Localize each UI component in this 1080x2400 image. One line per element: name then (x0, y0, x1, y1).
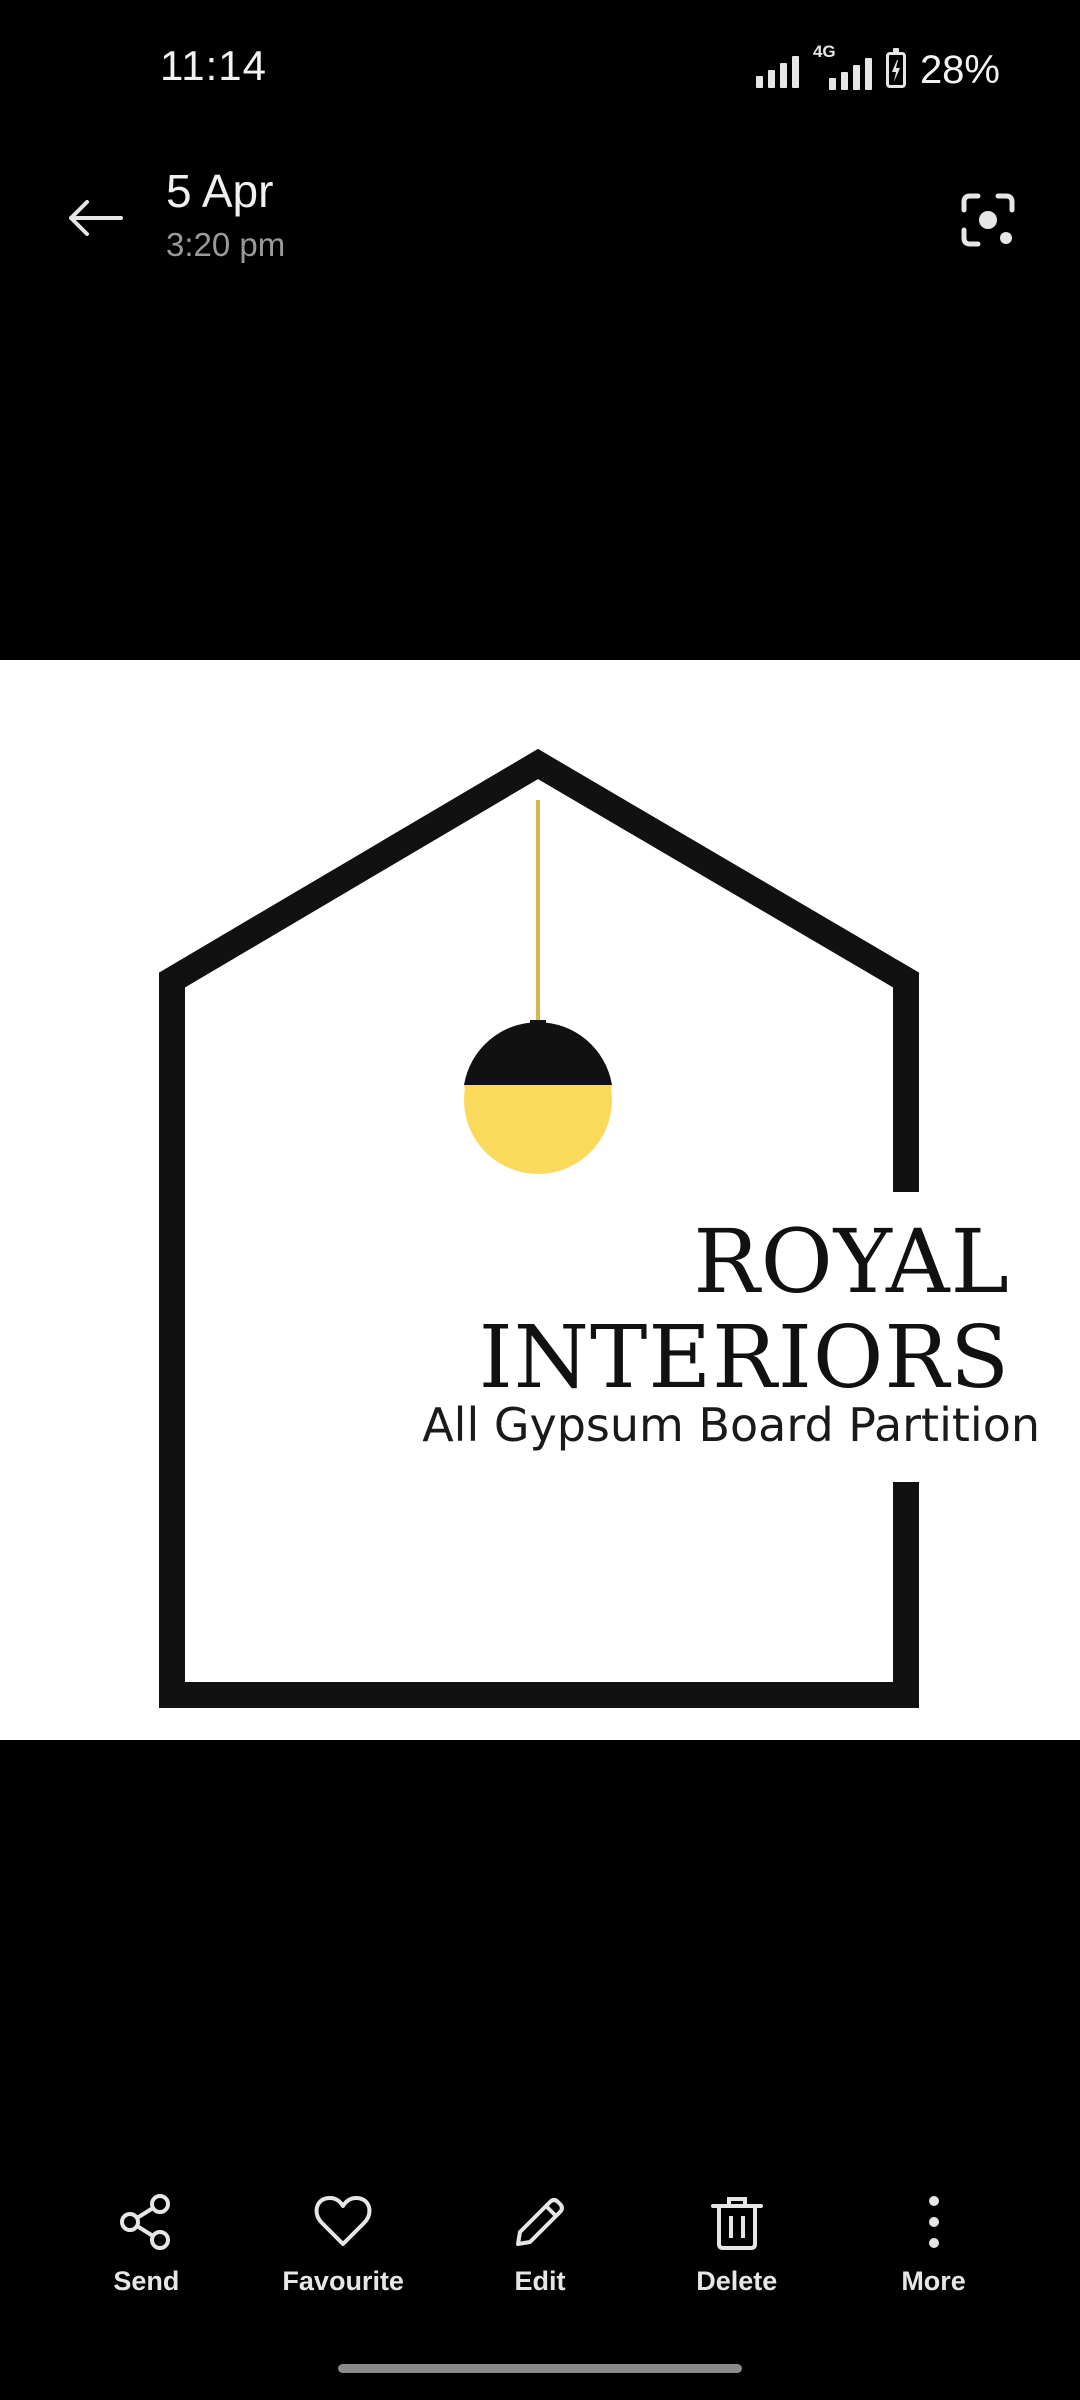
share-icon (114, 2190, 178, 2254)
status-time: 11:14 (160, 42, 267, 89)
status-icons: 4G 28% (755, 40, 1000, 100)
edit-label: Edit (514, 2266, 566, 2296)
pencil-icon (508, 2190, 572, 2254)
photo-date: 5 Apr (166, 165, 274, 217)
edit-button[interactable]: Edit (460, 2190, 620, 2310)
photo-time: 3:20 pm (166, 226, 286, 263)
more-vertical-icon (902, 2190, 966, 2254)
viewer-header: 5 Apr 3:20 pm (0, 140, 1080, 290)
wifi-signal-icon (755, 52, 799, 88)
mobile-signal-icon: 4G (813, 42, 872, 90)
delete-label: Delete (696, 2266, 778, 2296)
favourite-label: Favourite (282, 2266, 404, 2296)
arrow-left-icon (69, 200, 123, 236)
brand-line-2: INTERIORS (478, 1308, 1010, 1408)
photo-view[interactable]: ROYAL INTERIORS All Gypsum Board Partiti… (0, 660, 1080, 1740)
more-label: More (901, 2266, 966, 2296)
lamp-cap (464, 1022, 612, 1085)
action-bar: Send Favourite Edit Delete More (0, 2190, 1080, 2310)
status-bar: 11:14 4G 28% (0, 0, 1080, 140)
favourite-button[interactable]: Favourite (263, 2190, 423, 2310)
delete-button[interactable]: Delete (657, 2190, 817, 2310)
battery-icon (885, 48, 906, 88)
brand-tagline: All Gypsum Board Partition (422, 1398, 1040, 1452)
lens-scan-icon (961, 193, 1015, 247)
lens-button[interactable] (946, 178, 1030, 262)
heart-icon (311, 2190, 375, 2254)
logo-graphic (159, 748, 919, 1708)
back-button[interactable] (55, 178, 135, 258)
home-indicator[interactable] (338, 2364, 742, 2373)
battery-percent: 28% (919, 47, 1000, 92)
send-label: Send (113, 2266, 180, 2296)
brand-line-1: ROYAL (693, 1210, 1010, 1313)
trash-icon (705, 2190, 769, 2254)
network-type: 4G (812, 42, 836, 61)
more-button[interactable]: More (854, 2190, 1014, 2310)
send-button[interactable]: Send (66, 2190, 226, 2310)
